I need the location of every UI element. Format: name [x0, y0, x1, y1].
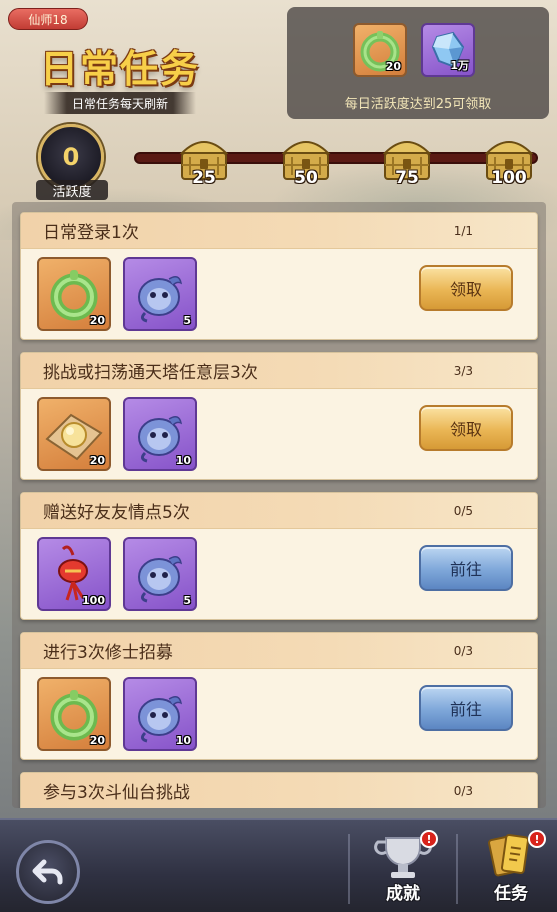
- reward-item[interactable]: 5: [123, 257, 197, 331]
- nav-divider: [348, 834, 350, 904]
- reward-item-crystal[interactable]: 1万: [421, 23, 475, 77]
- item-count: 10: [175, 454, 191, 467]
- tab-achievements-label: 成就: [386, 884, 420, 904]
- task-header: 参与3次斗仙台挑战 0/3: [21, 773, 537, 808]
- item-count: 5: [183, 314, 191, 327]
- task-card: 进行3次修士招募 0/3 20 10 前往: [20, 632, 538, 760]
- item-count: 20: [89, 454, 105, 467]
- milestone-value: 25: [192, 168, 216, 188]
- reward-item[interactable]: 10: [123, 677, 197, 751]
- item-count: 10: [175, 734, 191, 747]
- task-title: 赠送好友友情点5次: [43, 503, 190, 523]
- task-card: 挑战或扫荡通天塔任意层3次 3/3 20 10 领取: [20, 352, 538, 480]
- milestone-value: 50: [294, 168, 318, 188]
- task-rewards: 20 10: [37, 677, 197, 751]
- task-header: 日常登录1次 1/1: [21, 213, 537, 249]
- task-title: 参与3次斗仙台挑战: [43, 783, 190, 803]
- task-header: 进行3次修士招募 0/3: [21, 633, 537, 669]
- achievements-alert-badge: !: [420, 830, 438, 848]
- task-list[interactable]: 日常登录1次 1/1 20 5 领取 挑战或扫荡通天塔任意层3次 3/3 20 10 领取 赠送好友…: [12, 202, 546, 808]
- reward-item[interactable]: 10: [123, 397, 197, 471]
- reward-item[interactable]: 20: [37, 677, 111, 751]
- task-progress: 0/5: [453, 503, 473, 518]
- reward-item-jade[interactable]: 20: [353, 23, 407, 77]
- task-progress: 3/3: [453, 363, 473, 378]
- reward-item[interactable]: 5: [123, 537, 197, 611]
- milestone-value: 100: [491, 168, 527, 188]
- nav-divider: [456, 834, 458, 904]
- item-count: 1万: [450, 59, 469, 72]
- task-rewards: 20 10: [37, 397, 197, 471]
- item-count: 100: [82, 594, 105, 607]
- claim-button[interactable]: 领取: [419, 265, 513, 311]
- reward-item[interactable]: 20: [37, 397, 111, 471]
- task-card: 赠送好友友情点5次 0/5 100 5 前往: [20, 492, 538, 620]
- task-rewards: 20 5: [37, 257, 197, 331]
- back-arrow-icon: [32, 859, 63, 885]
- task-title: 挑战或扫荡通天塔任意层3次: [43, 363, 258, 383]
- reward-item[interactable]: 20: [37, 257, 111, 331]
- tab-tasks-label: 任务: [494, 884, 528, 904]
- reward-item[interactable]: 100: [37, 537, 111, 611]
- task-header: 赠送好友友情点5次 0/5: [21, 493, 537, 529]
- rank-badge: 仙师18: [8, 8, 88, 30]
- item-count: 20: [385, 60, 401, 73]
- go-button[interactable]: 前往: [419, 685, 513, 731]
- task-card: 日常登录1次 1/1 20 5 领取: [20, 212, 538, 340]
- activity-label: 活跃度: [36, 180, 108, 200]
- item-count: 20: [89, 734, 105, 747]
- item-count: 20: [89, 314, 105, 327]
- item-count: 5: [183, 594, 191, 607]
- tab-tasks[interactable]: ! 任务: [466, 828, 556, 910]
- page-subtitle: 日常任务每天刷新: [44, 92, 196, 114]
- claim-button[interactable]: 领取: [419, 405, 513, 451]
- tab-achievements[interactable]: ! 成就: [358, 828, 448, 910]
- back-button[interactable]: [16, 840, 80, 904]
- tasks-alert-badge: !: [528, 830, 546, 848]
- task-rewards: 100 5: [37, 537, 197, 611]
- bottom-nav-bar: ! 成就 ! 任务: [0, 818, 557, 912]
- milestone-value: 75: [395, 168, 419, 188]
- task-title: 日常登录1次: [43, 223, 139, 243]
- task-progress: 1/1: [453, 223, 473, 238]
- go-button[interactable]: 前往: [419, 545, 513, 591]
- task-progress: 0/3: [453, 643, 473, 658]
- task-progress: 0/3: [453, 783, 473, 798]
- task-card: 参与3次斗仙台挑战 0/3: [20, 772, 538, 808]
- task-header: 挑战或扫荡通天塔任意层3次 3/3: [21, 353, 537, 389]
- task-title: 进行3次修士招募: [43, 643, 173, 663]
- daily-reward-panel: 20 1万 每日活跃度达到25可领取: [287, 7, 549, 119]
- reward-caption: 每日活跃度达到25可领取: [344, 97, 492, 112]
- page-title: 日常任务: [40, 46, 201, 91]
